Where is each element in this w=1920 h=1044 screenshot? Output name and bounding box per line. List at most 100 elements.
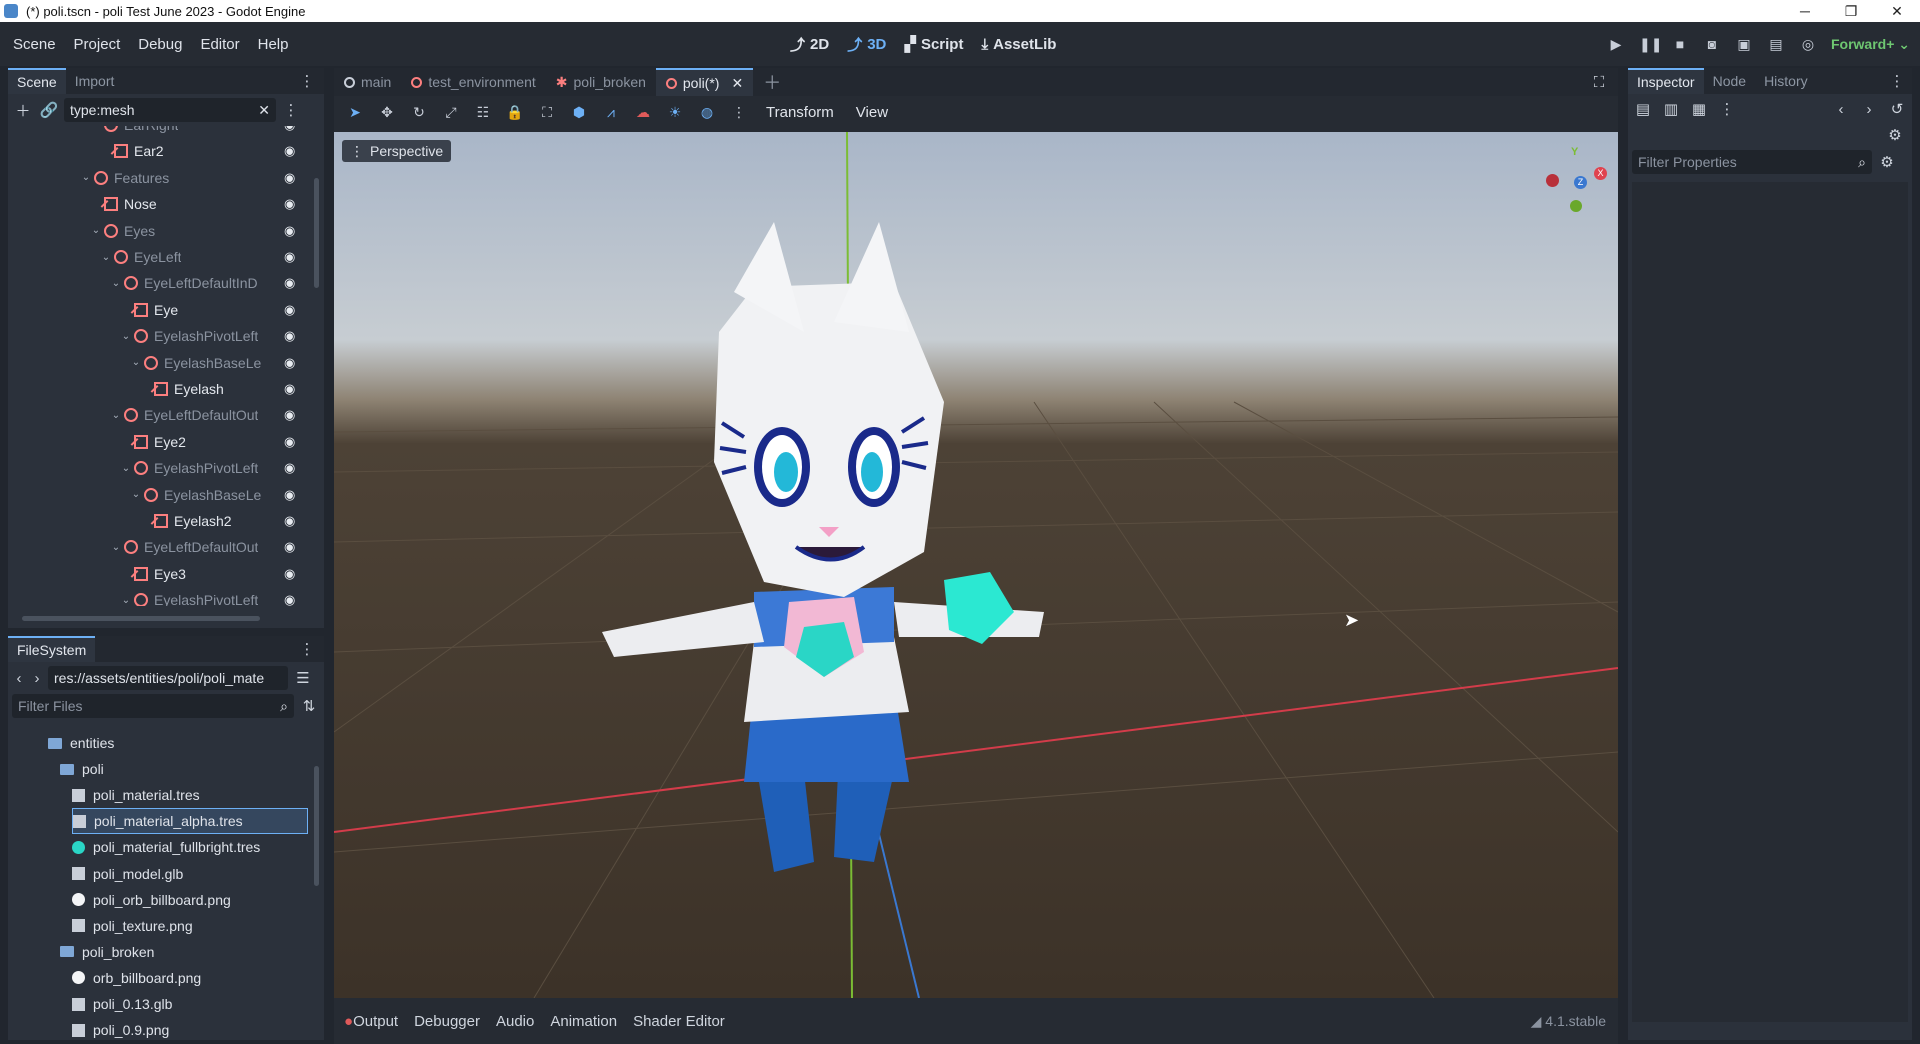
tab-history[interactable]: History (1755, 68, 1817, 94)
scene-tree-node[interactable]: Eye ◉ (120, 297, 310, 323)
scene-tree-node[interactable]: Eyelash2 ◉ (140, 508, 310, 534)
instance-scene-icon[interactable]: 🔗 (38, 99, 60, 121)
snap-icon[interactable]: ⩘ (598, 99, 624, 125)
history-forward-icon[interactable]: › (1858, 98, 1880, 120)
scene-filter-input[interactable]: type:mesh ✕ (64, 98, 276, 122)
scene-tree-node[interactable]: Eye3 ◉ (120, 561, 310, 587)
collapse-arrow-icon[interactable]: ⌄ (110, 410, 122, 421)
collapse-arrow-icon[interactable]: ⌄ (120, 331, 132, 342)
view-gizmo[interactable]: Y X Z (1544, 142, 1614, 212)
fs-file-item[interactable]: poli_model.glb (72, 861, 308, 887)
visibility-eye-icon[interactable]: ◉ (284, 539, 295, 555)
lock-icon[interactable]: 🔒 (502, 99, 528, 125)
split-mode-icon[interactable]: ☰ (292, 667, 314, 689)
add-scene-tab-icon[interactable]: ＋ (753, 68, 791, 96)
play-custom-scene-icon[interactable]: ▤ (1767, 35, 1785, 53)
fs-file-item[interactable]: poli_texture.png (72, 913, 308, 939)
fs-file-item[interactable]: orb_billboard.png (72, 965, 308, 991)
collapse-arrow-icon[interactable]: ⌄ (130, 489, 142, 500)
perspective-menu[interactable]: ⋮ Perspective (342, 140, 452, 162)
scale-tool-icon[interactable]: ⤢ (438, 99, 464, 125)
fs-path-field[interactable]: res://assets/entities/poli/poli_mate (48, 666, 288, 690)
collapse-arrow-icon[interactable]: ⌄ (80, 172, 92, 183)
inspector-settings-icon[interactable]: ⚙ (1876, 151, 1898, 173)
shader-editor-tab[interactable]: Shader Editor (633, 1013, 725, 1030)
back-icon[interactable]: ‹ (12, 667, 26, 689)
tree-hscrollbar[interactable] (22, 616, 260, 621)
visibility-eye-icon[interactable]: ◉ (284, 487, 295, 503)
fs-file-item[interactable]: poli_orb_billboard.png (72, 887, 308, 913)
minimize-button[interactable]: ─ (1782, 3, 1828, 20)
rotate-tool-icon[interactable]: ↻ (406, 99, 432, 125)
scene-tree-node[interactable]: ⌄ EyeLeftDefaultInD ◉ (110, 270, 310, 296)
visibility-eye-icon[interactable]: ◉ (284, 355, 295, 371)
scene-tree-node[interactable]: Ear2 ◉ (100, 138, 310, 164)
fs-vscrollbar[interactable] (314, 766, 319, 886)
fs-file-item[interactable]: poli_0.13.glb (72, 991, 308, 1017)
scene-tree-node[interactable]: Eye2 ◉ (120, 429, 310, 455)
scene-tab-poli-broken[interactable]: ✱ poli_broken (546, 68, 656, 96)
scene-tree-node[interactable]: Nose ◉ (90, 191, 310, 217)
main-screen-2d[interactable]: ⤴ 2D (790, 34, 829, 55)
object-history-icon[interactable]: ↺ (1886, 98, 1908, 120)
main-screen-3d[interactable]: ⤴ 3D (847, 34, 886, 55)
scene-tree-node[interactable]: ⌄ EyelashBaseLe ◉ (130, 350, 310, 376)
move-tool-icon[interactable]: ✥ (374, 99, 400, 125)
scene-tree-node[interactable]: ⌄ EyeLeftDefaultOut ◉ (110, 534, 310, 560)
visibility-eye-icon[interactable]: ◉ (284, 460, 295, 476)
scene-tree-node[interactable]: ⌄ EyelashPivotLeft ◉ (120, 455, 310, 481)
fs-folder-item[interactable]: entities (48, 730, 308, 756)
open-resource-icon[interactable]: ▥ (1660, 98, 1682, 120)
visibility-eye-icon[interactable]: ◉ (284, 566, 295, 582)
preview-sun-icon[interactable]: ☁ (630, 99, 656, 125)
tab-inspector[interactable]: Inspector (1628, 68, 1704, 94)
object-settings-icon[interactable]: ⚙ (1884, 124, 1906, 146)
distraction-free-icon[interactable]: ⛶ (1588, 71, 1610, 93)
debugger-tab[interactable]: Debugger (414, 1013, 480, 1030)
resource-options-icon[interactable]: ⋮ (1716, 98, 1738, 120)
history-back-icon[interactable]: ‹ (1830, 98, 1852, 120)
main-screen-assetlib[interactable]: ⤓ AssetLib (981, 36, 1056, 53)
visibility-eye-icon[interactable]: ◉ (284, 275, 295, 291)
scene-tree-node[interactable]: ⌄ EyeLeftDefaultOut ◉ (110, 402, 310, 428)
scene-options-icon[interactable]: ⋮ (280, 99, 302, 121)
play-icon[interactable]: ▶ (1607, 35, 1625, 53)
fs-file-item[interactable]: poli_material_fullbright.tres (72, 834, 308, 860)
visibility-eye-icon[interactable]: ◉ (284, 170, 295, 186)
local-space-icon[interactable]: ⬢ (566, 99, 592, 125)
collapse-arrow-icon[interactable]: ⌄ (130, 357, 142, 368)
scene-tree-node[interactable]: ⌄ Eyes ◉ (90, 218, 310, 244)
tab-filesystem[interactable]: FileSystem (8, 636, 96, 662)
scene-tab-poli[interactable]: poli(*) ✕ (655, 68, 754, 96)
renderer-select[interactable]: Forward+ ⌄ (1831, 36, 1910, 53)
dock-menu-icon[interactable]: ⋮ (296, 638, 318, 660)
visibility-eye-icon[interactable]: ◉ (284, 513, 295, 529)
close-tab-icon[interactable]: ✕ (731, 75, 743, 92)
output-tab[interactable]: ●Output (344, 1013, 398, 1030)
tab-scene[interactable]: Scene (8, 68, 66, 94)
visibility-eye-icon[interactable]: ◉ (284, 407, 295, 423)
audio-tab[interactable]: Audio (496, 1013, 534, 1030)
main-screen-script[interactable]: ▞ Script (904, 35, 963, 54)
menu-editor[interactable]: Editor (191, 36, 248, 53)
play-scene-icon[interactable]: ▣ (1735, 35, 1753, 53)
clear-filter-icon[interactable]: ✕ (258, 102, 270, 119)
visibility-eye-icon[interactable]: ◉ (284, 196, 295, 212)
scene-tree-node[interactable]: ⌄ Features ◉ (80, 165, 310, 191)
tab-node[interactable]: Node (1704, 68, 1755, 94)
visibility-eye-icon[interactable]: ◉ (284, 302, 295, 318)
scene-tree-node[interactable]: ⌄ EyelashBaseLe ◉ (130, 482, 310, 508)
collapse-arrow-icon[interactable]: ⌄ (90, 225, 102, 236)
group-icon[interactable]: ⛶ (534, 99, 560, 125)
animation-tab[interactable]: Animation (550, 1013, 617, 1030)
collapse-arrow-icon[interactable]: ⌄ (110, 542, 122, 553)
movie-maker-icon[interactable]: ◎ (1799, 35, 1817, 53)
stop-icon[interactable]: ■ (1671, 35, 1689, 53)
visibility-eye-icon[interactable]: ◉ (284, 592, 295, 606)
forward-icon[interactable]: › (30, 667, 44, 689)
menu-scene[interactable]: Scene (4, 36, 65, 53)
3d-viewport[interactable]: ⋮ Perspective Y X Z ➤ (334, 132, 1618, 998)
list-select-icon[interactable]: ☷ (470, 99, 496, 125)
more-options-icon[interactable]: ⋮ (726, 99, 752, 125)
remote-debug-icon[interactable]: ◙ (1703, 35, 1721, 53)
